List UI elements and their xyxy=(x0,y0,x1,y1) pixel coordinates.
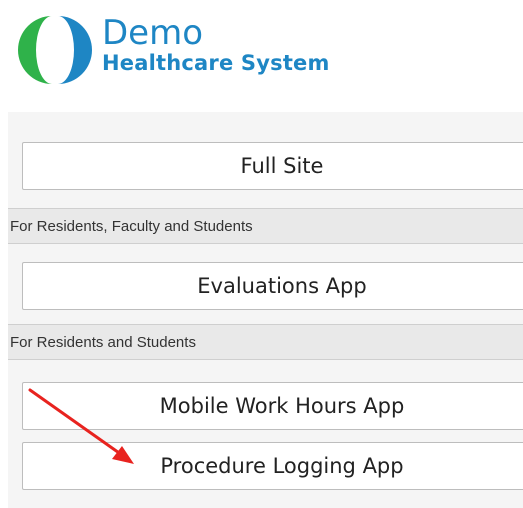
procedure-logging-app-button[interactable]: Procedure Logging App xyxy=(22,442,523,490)
evaluations-app-button[interactable]: Evaluations App xyxy=(22,262,523,310)
app-list-panel: Full Site For Residents, Faculty and Stu… xyxy=(8,112,523,508)
split-circle-logo-icon xyxy=(18,16,92,84)
logo-subtitle: Healthcare System xyxy=(102,51,330,75)
mobile-work-hours-app-button[interactable]: Mobile Work Hours App xyxy=(22,382,523,430)
section-header-residents-students: For Residents and Students xyxy=(8,324,523,360)
full-site-button[interactable]: Full Site xyxy=(22,142,523,190)
logo-text: Demo Healthcare System xyxy=(102,16,330,74)
section-header-residents-faculty-students: For Residents, Faculty and Students xyxy=(8,208,523,244)
logo: Demo Healthcare System xyxy=(14,12,394,88)
logo-title: Demo xyxy=(102,13,204,53)
